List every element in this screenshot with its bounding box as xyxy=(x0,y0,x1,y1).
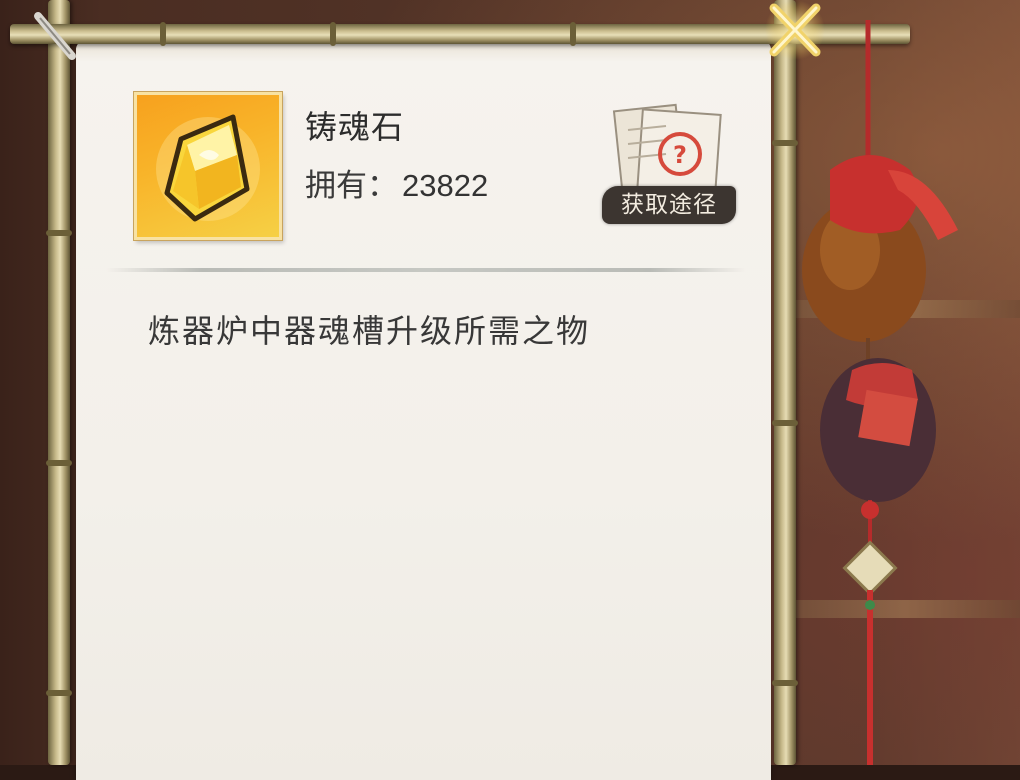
owned-label: 拥有： xyxy=(305,168,398,204)
hanging-gourd-ornament xyxy=(802,20,958,765)
acquire-source-button[interactable]: ? 获取途径 xyxy=(588,100,738,228)
item-icon-frame xyxy=(134,92,282,240)
help-scroll-icon: ? xyxy=(612,103,722,196)
rope-tie-icon xyxy=(34,12,76,60)
item-description: 炼器炉中器魂槽升级所需之物 xyxy=(148,312,591,350)
svg-text:?: ? xyxy=(673,141,687,169)
golden-crystal-icon xyxy=(156,114,260,222)
owned-row: 拥有： 23822 xyxy=(305,160,488,205)
item-name: 铸魂石 xyxy=(305,108,405,146)
bamboo-frame-left xyxy=(46,0,72,765)
bamboo-frame-right xyxy=(772,0,798,765)
acquire-source-label: 获取途径 xyxy=(602,186,736,224)
divider xyxy=(106,268,746,272)
owned-count: 23822 xyxy=(402,168,489,203)
